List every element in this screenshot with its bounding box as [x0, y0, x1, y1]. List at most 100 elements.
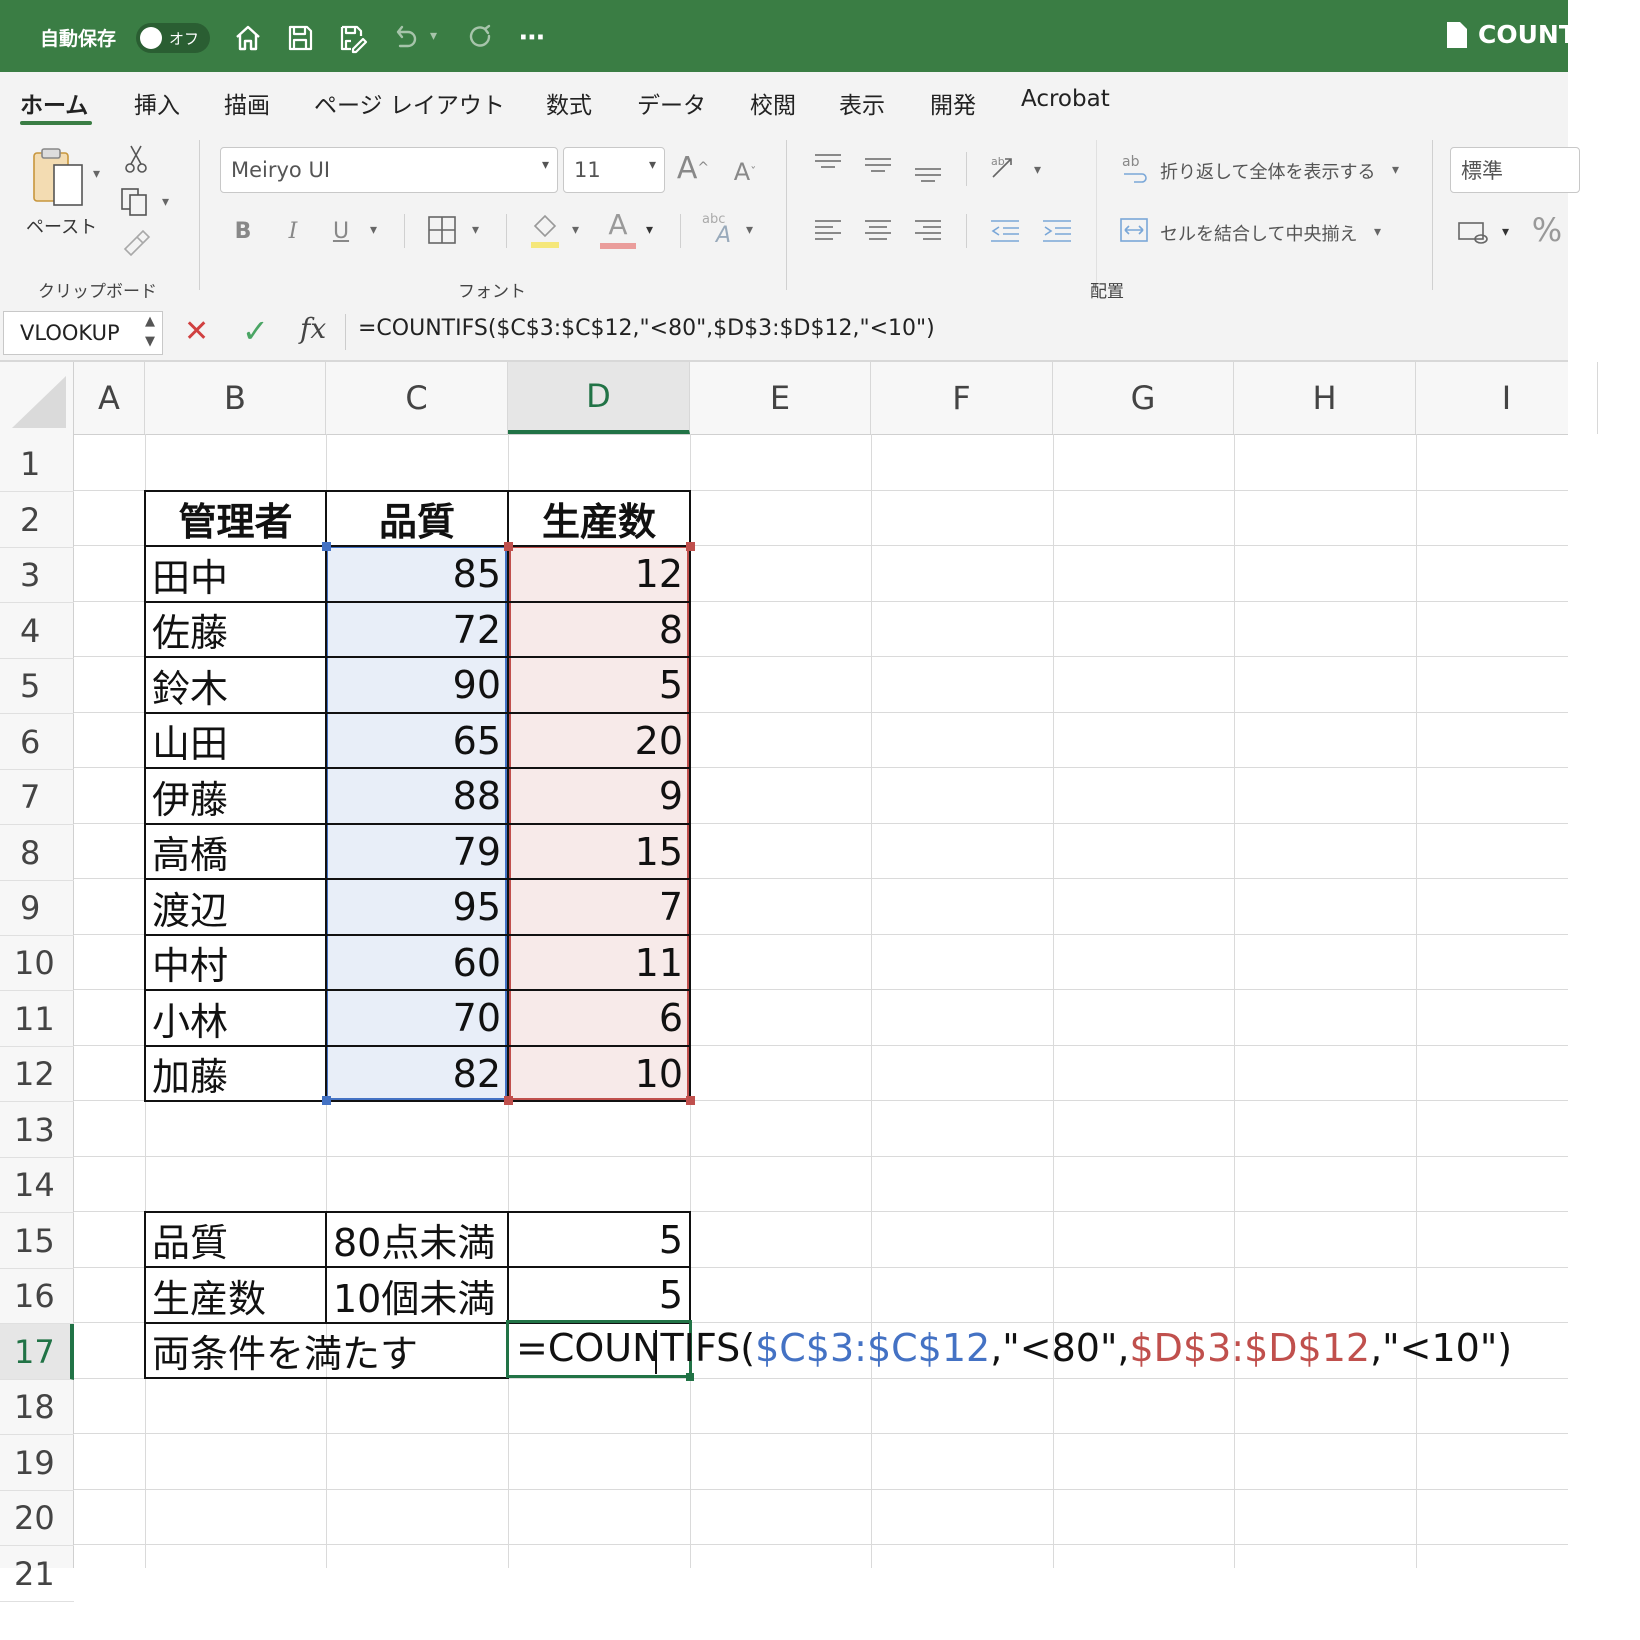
tab-insert[interactable]: 挿入 — [134, 86, 180, 120]
cell-count[interactable]: 5 — [507, 656, 691, 714]
borders-dropdown-icon[interactable]: ▾ — [472, 222, 479, 238]
orientation-dropdown-icon[interactable]: ▾ — [1034, 162, 1041, 178]
accounting-format-icon[interactable] — [1456, 216, 1492, 248]
row-header[interactable]: 1 — [0, 437, 74, 492]
align-top-icon[interactable] — [812, 150, 844, 180]
column-header-i[interactable]: I — [1416, 362, 1598, 434]
summary-condition-count[interactable]: 10個未満 — [325, 1266, 509, 1324]
phonetic-icon[interactable]: abc A — [702, 212, 740, 252]
select-all-corner[interactable] — [0, 362, 74, 434]
header-count[interactable]: 生産数 — [507, 490, 691, 547]
row-header[interactable]: 2 — [0, 492, 74, 548]
paste-icon[interactable] — [26, 144, 90, 210]
fill-color-dropdown-icon[interactable]: ▾ — [572, 222, 579, 238]
both-conditions-label[interactable]: 両条件を満たす — [144, 1322, 509, 1379]
italic-button[interactable]: I — [280, 214, 306, 248]
row-header[interactable]: 11 — [0, 991, 74, 1047]
row-header[interactable]: 8 — [0, 825, 74, 881]
redo-icon[interactable] — [460, 18, 500, 58]
insert-function-icon[interactable]: fx — [300, 312, 326, 345]
shrink-font-icon[interactable]: Aˇ — [728, 156, 762, 188]
wrap-text-dropdown-icon[interactable]: ▾ — [1392, 162, 1399, 178]
column-header-c[interactable]: C — [326, 362, 508, 434]
cell-manager-name[interactable]: 加藤 — [144, 1045, 327, 1102]
name-box-stepper-icon[interactable]: ▲ ▼ — [145, 312, 155, 352]
cell-count[interactable]: 11 — [507, 934, 691, 991]
cell-manager-name[interactable]: 田中 — [144, 545, 327, 603]
row-header[interactable]: 21 — [0, 1546, 74, 1602]
cell-quality[interactable]: 90 — [325, 656, 509, 714]
copy-dropdown-icon[interactable]: ▾ — [162, 194, 169, 210]
underline-button[interactable]: U — [328, 214, 354, 248]
row-header[interactable]: 16 — [0, 1269, 74, 1324]
cell-quality[interactable]: 72 — [325, 601, 509, 658]
orientation-icon[interactable]: ab — [988, 150, 1024, 184]
paste-dropdown-icon[interactable]: ▾ — [93, 166, 100, 182]
underline-dropdown-icon[interactable]: ▾ — [370, 222, 377, 238]
accounting-dropdown-icon[interactable]: ▾ — [1502, 224, 1509, 240]
undo-dropdown-icon[interactable]: ▾ — [430, 28, 437, 44]
cell-quality[interactable]: 79 — [325, 823, 509, 880]
align-bottom-icon[interactable] — [912, 150, 944, 186]
cell-manager-name[interactable]: 佐藤 — [144, 601, 327, 658]
wrap-text-label[interactable]: 折り返して全体を表示する — [1160, 158, 1375, 184]
cell-quality[interactable]: 85 — [325, 545, 509, 603]
column-header-e[interactable]: E — [690, 362, 871, 434]
cell-manager-name[interactable]: 渡辺 — [144, 878, 327, 936]
cell-quality[interactable]: 65 — [325, 712, 509, 769]
tab-data[interactable]: データ — [637, 86, 706, 120]
tab-page-layout[interactable]: ページ レイアウト — [314, 86, 505, 120]
tab-draw[interactable]: 描画 — [224, 86, 270, 120]
row-header[interactable]: 15 — [0, 1213, 74, 1269]
tab-view[interactable]: 表示 — [839, 86, 885, 120]
font-size-select[interactable]: 11 ▾ — [563, 147, 665, 193]
range-handle[interactable] — [504, 542, 513, 551]
column-header-a[interactable]: A — [74, 362, 145, 434]
percent-button[interactable]: % — [1530, 211, 1564, 249]
cell-count[interactable]: 15 — [507, 823, 691, 880]
cell-manager-name[interactable]: 山田 — [144, 712, 327, 769]
cell-manager-name[interactable]: 中村 — [144, 934, 327, 991]
summary-result-quality[interactable]: 5 — [507, 1211, 691, 1268]
row-header[interactable]: 18 — [0, 1380, 74, 1435]
tab-acrobat[interactable]: Acrobat — [1021, 86, 1110, 112]
row-header[interactable]: 9 — [0, 881, 74, 936]
cell-quality[interactable]: 70 — [325, 989, 509, 1047]
range-handle[interactable] — [322, 1096, 331, 1105]
cell-quality[interactable]: 82 — [325, 1045, 509, 1102]
row-header[interactable]: 4 — [0, 603, 74, 659]
tab-review[interactable]: 校閲 — [750, 86, 796, 120]
header-manager[interactable]: 管理者 — [144, 490, 327, 547]
cell-count[interactable]: 7 — [507, 878, 691, 936]
borders-icon[interactable] — [426, 214, 458, 246]
cell-count[interactable]: 6 — [507, 989, 691, 1047]
save-as-icon[interactable] — [332, 18, 372, 58]
copy-icon[interactable] — [118, 186, 152, 218]
merge-center-label[interactable]: セルを結合して中央揃え — [1160, 220, 1357, 246]
row-header[interactable]: 7 — [0, 770, 74, 825]
column-header-b[interactable]: B — [145, 362, 326, 434]
column-header-f[interactable]: F — [871, 362, 1053, 434]
cut-icon[interactable] — [122, 144, 150, 174]
align-left-icon[interactable] — [812, 216, 844, 246]
enter-icon[interactable]: ✓ — [242, 312, 269, 350]
row-header[interactable]: 14 — [0, 1158, 74, 1213]
font-name-select[interactable]: Meiryo UI ▾ — [220, 147, 558, 193]
font-color-icon[interactable]: A — [600, 208, 636, 250]
cell-count[interactable]: 20 — [507, 712, 691, 769]
cell-count[interactable]: 9 — [507, 767, 691, 825]
cell-editor-text[interactable]: =COUNTIFS($C$3:$C$12,"<80",$D$3:$D$12,"<… — [516, 1326, 1512, 1370]
row-header[interactable]: 5 — [0, 659, 74, 714]
font-color-dropdown-icon[interactable]: ▾ — [646, 222, 653, 238]
name-box[interactable]: VLOOKUP — [3, 311, 163, 355]
cell-manager-name[interactable]: 小林 — [144, 989, 327, 1047]
align-right-icon[interactable] — [912, 216, 944, 246]
save-icon[interactable] — [280, 18, 320, 58]
range-handle[interactable] — [686, 542, 695, 551]
range-handle[interactable] — [322, 542, 331, 551]
cell-quality[interactable]: 95 — [325, 878, 509, 936]
summary-label-count[interactable]: 生産数 — [144, 1266, 327, 1324]
formula-input[interactable]: =COUNTIFS($C$3:$C$12,"<80",$D$3:$D$12,"<… — [358, 316, 935, 341]
wrap-text-icon[interactable]: ab — [1120, 152, 1150, 186]
grow-font-icon[interactable]: A ^ — [676, 150, 710, 186]
